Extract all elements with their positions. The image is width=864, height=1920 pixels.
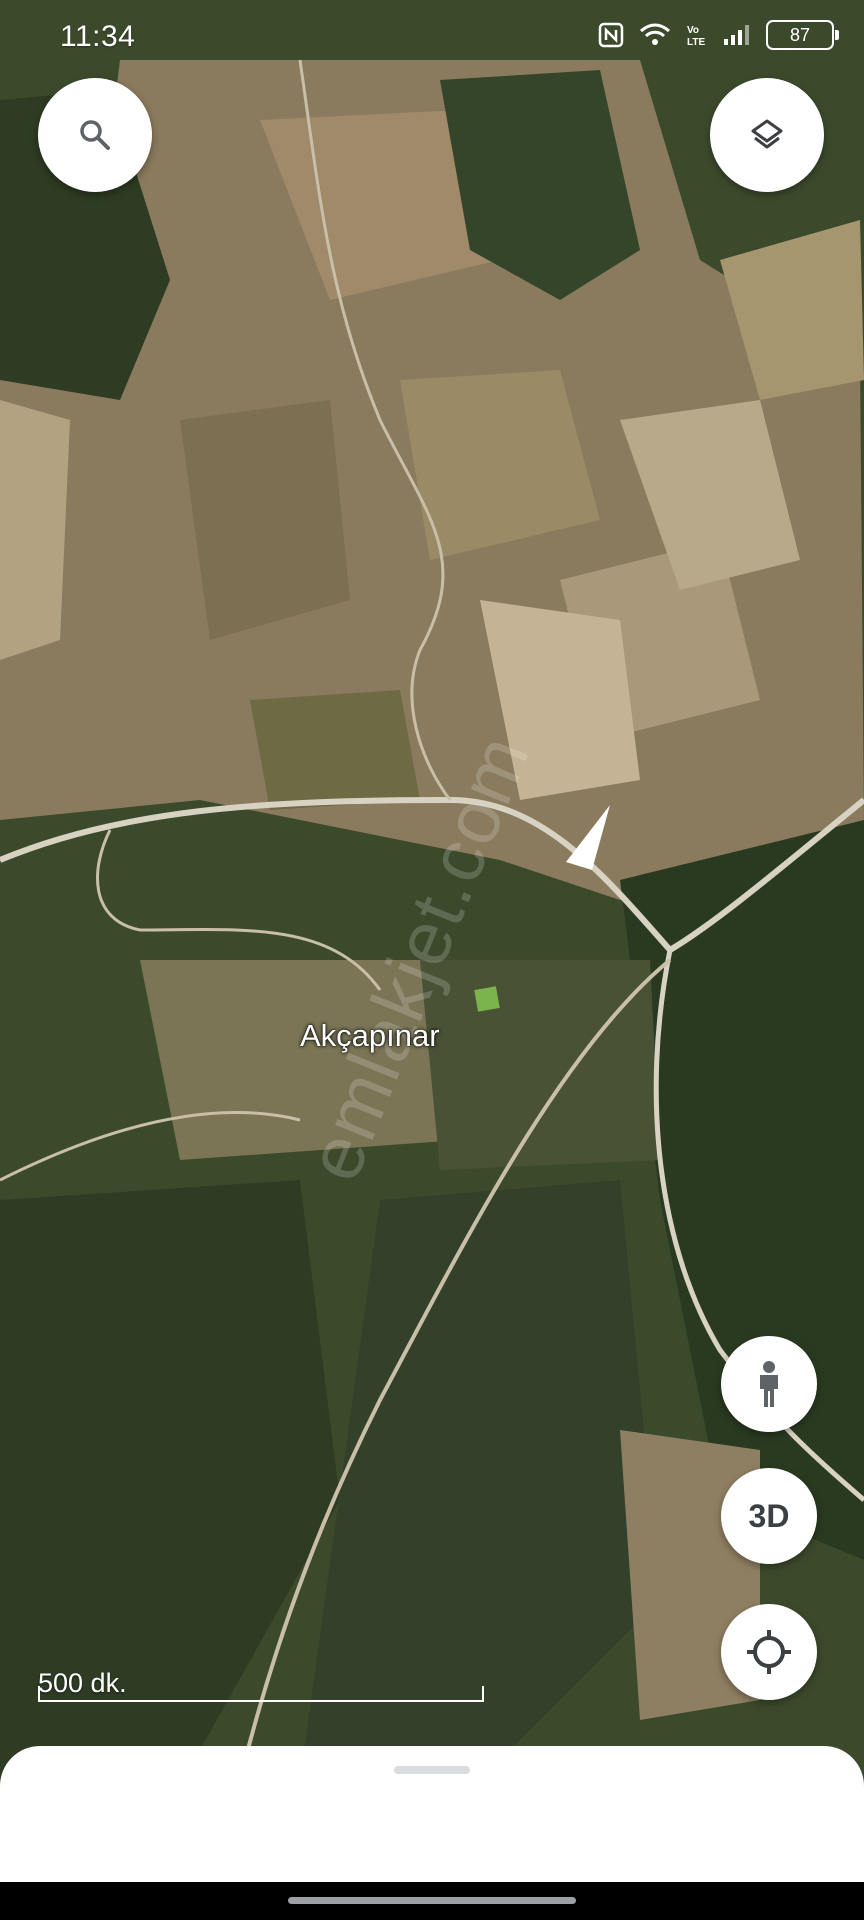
signal-icon (724, 25, 749, 45)
search-button[interactable] (38, 78, 152, 192)
bottom-sheet[interactable] (0, 1746, 864, 1882)
pegman-icon (760, 1361, 778, 1407)
3d-label: 3D (748, 1497, 790, 1534)
scale-bar (38, 1686, 484, 1702)
my-location-icon (747, 1630, 791, 1674)
place-label-akcapinar[interactable]: Akçapınar (300, 1018, 440, 1054)
svg-text:LTE: LTE (687, 37, 705, 48)
street-view-button[interactable] (721, 1336, 817, 1432)
drag-handle[interactable] (394, 1766, 470, 1774)
svg-text:Vo: Vo (687, 25, 699, 36)
navigation-bar (0, 1882, 864, 1920)
layers-icon (751, 119, 783, 149)
status-time: 11:34 (60, 20, 136, 53)
3d-button[interactable]: 3D (721, 1468, 817, 1564)
volte-icon: Vo LTE (687, 25, 705, 48)
home-gesture-pill[interactable] (288, 1897, 576, 1904)
battery-icon: 87 (766, 20, 839, 50)
battery-level: 87 (789, 24, 811, 45)
my-location-button[interactable] (721, 1604, 817, 1700)
nfc-icon (598, 22, 624, 48)
layers-button[interactable] (710, 78, 824, 192)
wifi-icon (640, 23, 670, 45)
search-icon (80, 120, 110, 150)
status-icons: Vo LTE 87 (598, 20, 839, 50)
status-bar: 11:34 Vo LTE 87 (0, 0, 864, 76)
